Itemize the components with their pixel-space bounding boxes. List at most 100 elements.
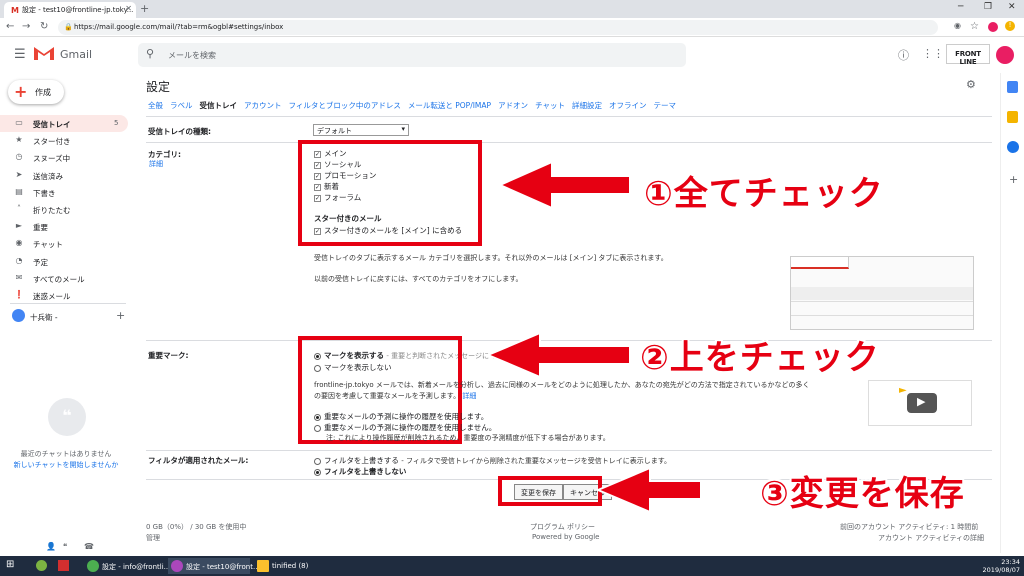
sidebar-item[interactable]: ▤ 下書き: [0, 184, 128, 201]
help-icon[interactable]: ⓘ: [898, 47, 909, 63]
new-chat-link[interactable]: 新しいチャットを開始しませんか: [6, 460, 126, 470]
radio-button[interactable]: [314, 457, 321, 465]
sidebar-item-label: すべてのメール: [33, 274, 85, 284]
radio-button[interactable]: [314, 424, 321, 432]
apps-grid-icon[interactable]: ⋮⋮: [922, 47, 944, 60]
gmail-logo-icon[interactable]: [33, 45, 55, 61]
settings-tab[interactable]: オフライン: [609, 100, 647, 111]
importance-detail-link[interactable]: 詳細: [462, 392, 476, 400]
sidebar-item[interactable]: ✉ すべてのメール: [0, 270, 128, 287]
compose-button[interactable]: + 作成: [8, 80, 64, 104]
minimize-icon[interactable]: ─: [958, 2, 963, 12]
annotation-box-1: [298, 140, 482, 246]
arrow-3-icon: [595, 466, 700, 514]
arrow-1-icon: [497, 160, 631, 210]
menu-icon[interactable]: ☰: [14, 47, 26, 62]
search-icon[interactable]: ⚲: [146, 47, 154, 60]
inbox-type-select[interactable]: デフォルト ▾: [313, 124, 409, 136]
no-chats-text: 最近のチャットはありません: [20, 450, 112, 458]
settings-tab[interactable]: 受信トレイ: [200, 100, 238, 111]
sidebar-item[interactable]: ◉ チャット: [0, 235, 128, 252]
clock-time[interactable]: 23:34: [960, 558, 1020, 566]
sidebar-item[interactable]: ❗ 迷惑メール: [0, 287, 128, 304]
categories-detail-link[interactable]: 詳細: [149, 159, 163, 169]
url-field[interactable]: https://mail.google.com/mail/?tab=rm&ogb…: [58, 20, 938, 35]
sidebar-item[interactable]: ◷ スヌーズ中: [0, 149, 128, 166]
radio-button[interactable]: [314, 413, 321, 421]
tasks-icon[interactable]: [1007, 141, 1019, 153]
search-placeholder: メールを検索: [168, 51, 216, 60]
account-avatar[interactable]: [996, 46, 1014, 64]
app-icon[interactable]: [36, 560, 47, 571]
phone-icon[interactable]: ☎: [84, 542, 94, 551]
annotation-step-3: ③変更を保存: [760, 474, 965, 514]
settings-tab[interactable]: チャット: [535, 100, 565, 111]
gear-icon[interactable]: ⚙: [966, 78, 976, 91]
add-addon-icon[interactable]: +: [1009, 173, 1018, 186]
sidebar-item[interactable]: ► 重要: [0, 218, 128, 235]
settings-tab[interactable]: アカウント: [244, 100, 282, 111]
reload-icon[interactable]: ↻: [40, 21, 48, 32]
profile-icon[interactable]: [988, 22, 998, 32]
new-tab-button[interactable]: +: [140, 2, 149, 15]
restore-icon[interactable]: ❐: [984, 2, 992, 12]
settings-tab[interactable]: メール転送と POP/IMAP: [408, 100, 491, 111]
bookmark-star-icon[interactable]: ☆: [970, 21, 979, 32]
importance-video-illustration: ▶ ►: [868, 380, 972, 426]
annotation-step-1: ①全てチェック: [644, 174, 884, 214]
taskbar-item[interactable]: 設定 - test10@front...: [168, 558, 260, 574]
add-chat-icon[interactable]: +: [116, 309, 125, 322]
person-icon[interactable]: 👤: [46, 542, 56, 551]
activity-detail-link[interactable]: アカウント アクティビティの詳細: [878, 533, 984, 543]
settings-tab[interactable]: 詳細設定: [572, 100, 602, 111]
brand-logo-text: FRONT LINE: [955, 50, 981, 66]
forward-icon[interactable]: →: [22, 21, 30, 32]
update-icon[interactable]: !: [1005, 21, 1015, 31]
lock-icon: 🔒: [64, 23, 73, 31]
manage-link[interactable]: 管理: [146, 533, 160, 543]
taskbar-item[interactable]: 設定 - info@frontli...: [84, 558, 170, 574]
user-avatar: [12, 309, 25, 322]
hangouts-icon[interactable]: ❝: [63, 542, 67, 551]
browser-tab[interactable]: M 設定 - test10@frontline-jp.toky... ✕: [4, 2, 136, 18]
illustration-row: [791, 287, 973, 300]
predict-off-option[interactable]: 重要なメールの予測に操作の履歴を使用しません。: [314, 422, 496, 433]
settings-tab[interactable]: 全般: [148, 100, 163, 111]
sidebar-item[interactable]: ➤ 送信済み: [0, 167, 128, 184]
clock-date[interactable]: 2019/08/07: [960, 566, 1020, 574]
sidebar-item-label: チャット: [33, 240, 63, 250]
settings-tab[interactable]: フィルタとブロック中のアドレス: [289, 100, 401, 111]
sidebar-item[interactable]: ˄ 折りたたむ: [0, 201, 128, 218]
keep-icon[interactable]: [1007, 111, 1018, 123]
predict-on-option[interactable]: 重要なメールの予測に操作の履歴を使用します。: [314, 411, 488, 422]
close-icon[interactable]: ✕: [125, 4, 132, 13]
key-icon[interactable]: ◉: [954, 21, 961, 30]
filter-keep-option[interactable]: フィルタを上書きしない: [314, 466, 406, 477]
annotation-step-2: ②上をチェック: [640, 338, 880, 378]
acrobat-icon[interactable]: [58, 560, 69, 571]
chevron-up-icon: ˄: [17, 204, 21, 213]
chat-bubble-icon: ❝: [48, 398, 86, 436]
radio-button[interactable]: [314, 468, 321, 476]
filter-override-label: フィルタを上書きする: [324, 456, 399, 465]
settings-tab[interactable]: テーマ: [654, 100, 677, 111]
sidebar-item-count: 5: [114, 119, 119, 127]
user-name: 十兵衛 -: [30, 313, 58, 322]
taskbar-item[interactable]: tinified (8): [254, 558, 336, 574]
chat-user-row[interactable]: 十兵衛 - +: [10, 309, 130, 325]
all-mail-icon: ✉: [15, 272, 23, 282]
url-text: https://mail.google.com/mail/?tab=rm&ogb…: [74, 23, 284, 31]
settings-tab[interactable]: アドオン: [498, 100, 528, 111]
sidebar-item[interactable]: ★ スター付き: [0, 132, 128, 149]
back-icon[interactable]: ←: [6, 21, 14, 32]
window-close-icon[interactable]: ✕: [1008, 2, 1016, 12]
scheduled-icon: ◔: [15, 255, 23, 265]
predict-off-label: 重要なメールの予測に操作の履歴を使用しません。: [324, 423, 497, 432]
sidebar-item[interactable]: ◔ 予定: [0, 253, 128, 270]
windows-start-icon[interactable]: ⊞: [6, 559, 14, 570]
sidebar-item[interactable]: ▭ 受信トレイ 5: [0, 115, 128, 132]
search-input[interactable]: ⚲ メールを検索: [138, 43, 686, 67]
gmail-app-name[interactable]: Gmail: [60, 48, 92, 61]
calendar-icon[interactable]: [1007, 81, 1018, 93]
settings-tab[interactable]: ラベル: [170, 100, 193, 111]
